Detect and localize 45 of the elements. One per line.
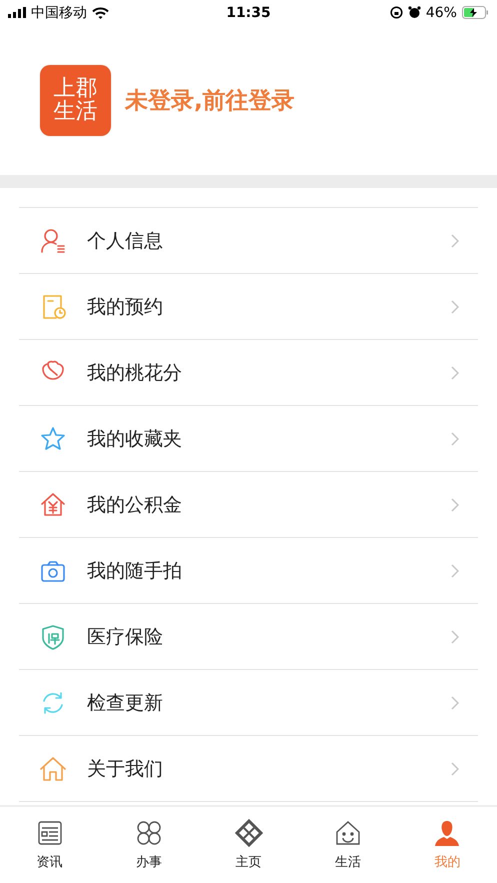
menu-item[interactable]: 我的随手拍	[19, 537, 478, 603]
menu-item[interactable]: 医疗保险	[19, 603, 478, 669]
chevron-right-icon	[451, 300, 459, 314]
tab-bar-item[interactable]: 办事	[99, 807, 199, 883]
menu-item[interactable]: 我的桃花分	[19, 339, 478, 405]
chevron-right-icon	[451, 234, 459, 248]
chevron-right-icon	[451, 432, 459, 446]
flower-icon	[42, 360, 64, 380]
tab-bar-item[interactable]: 资讯	[0, 807, 100, 883]
tab-bar-item[interactable]: 生活	[298, 807, 398, 883]
chevron-right-icon	[451, 564, 459, 578]
chevron-right-icon	[451, 762, 459, 776]
menu-item[interactable]: 关于我们	[19, 735, 478, 802]
calendar-clock-icon	[43, 294, 66, 318]
grid-icon	[137, 821, 161, 845]
smiling-house-icon	[336, 821, 360, 845]
chevron-right-icon	[451, 696, 459, 710]
chevron-right-icon	[451, 366, 459, 380]
chevron-right-icon	[451, 498, 459, 512]
carrier-name: 中国移动	[31, 4, 87, 22]
chevron-right-icon	[451, 630, 459, 644]
signal-icon	[8, 7, 26, 18]
house-icon	[40, 756, 66, 780]
star-icon	[41, 426, 65, 450]
app-logo: 上郡 生活	[40, 64, 111, 136]
menu-item[interactable]: 个人信息	[19, 207, 478, 273]
menu-item[interactable]: 检查更新	[19, 669, 478, 735]
camera-icon	[41, 560, 65, 582]
battery-icon	[462, 6, 489, 19]
wifi-icon	[92, 6, 109, 18]
menu-item[interactable]: 我的公积金	[19, 471, 478, 537]
diamond-logo-icon	[234, 819, 263, 847]
refresh-icon	[43, 692, 63, 714]
battery-percent: 46%	[426, 4, 457, 20]
menu-item[interactable]: 我的预约	[19, 273, 478, 339]
newspaper-icon	[38, 821, 62, 845]
status-time: 11:35	[226, 4, 271, 20]
person-icon	[435, 821, 460, 846]
house-yen-icon	[41, 492, 65, 516]
rotation-lock-icon	[390, 6, 403, 19]
shield-icon	[42, 624, 64, 650]
alarm-icon	[408, 6, 421, 19]
menu-item[interactable]: 我的收藏夹	[19, 405, 478, 471]
tab-bar-item[interactable]: 主页	[198, 807, 298, 883]
person-icon	[41, 228, 65, 252]
